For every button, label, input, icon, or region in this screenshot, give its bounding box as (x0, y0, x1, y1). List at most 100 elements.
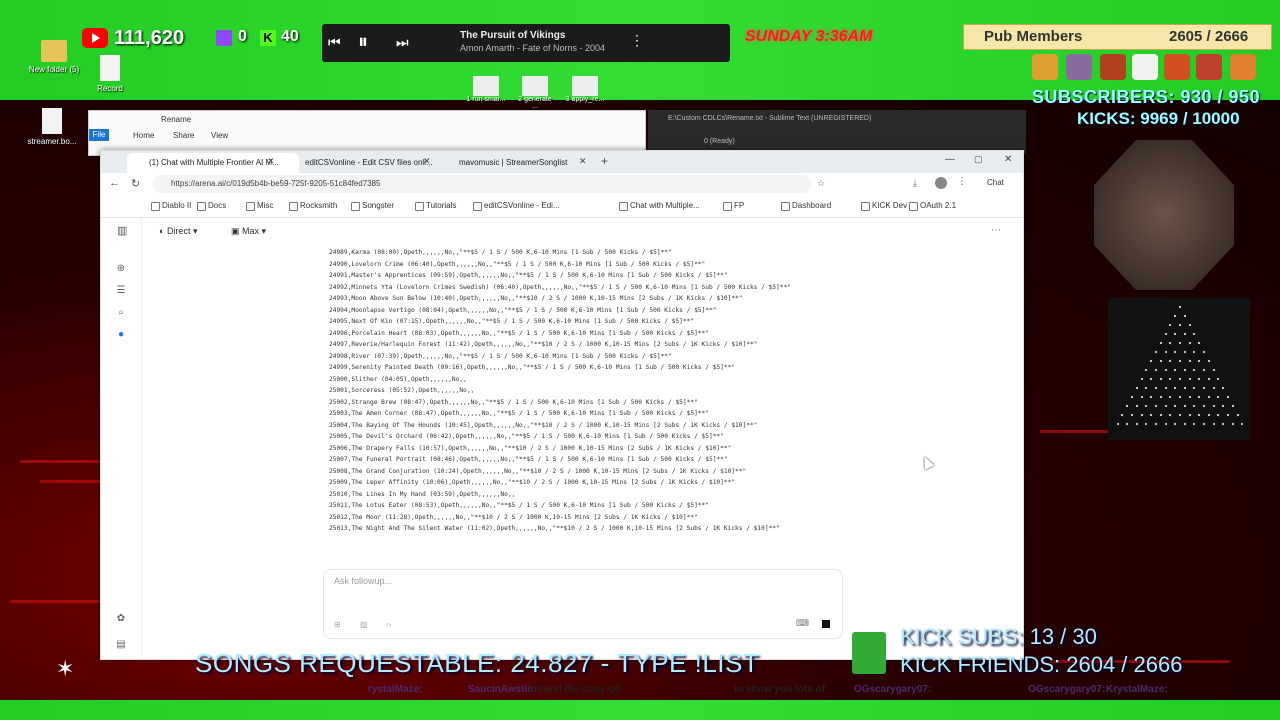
kicks-goal: KICKS: 9969 / 10000 (1077, 109, 1240, 128)
ticker-name: rystalMaze: (368, 684, 423, 695)
maximize-icon[interactable]: ▢ (974, 154, 983, 165)
plinko-peg (1207, 414, 1210, 416)
download-icon[interactable]: ⤓ (913, 178, 917, 189)
plinko-peg (1131, 396, 1133, 398)
plinko-peg (1193, 387, 1196, 389)
bookmark-item[interactable]: FP (723, 201, 744, 211)
attach-icon[interactable]: ⊞ (334, 620, 341, 629)
plinko-peg (1227, 414, 1229, 416)
plinko-peg (1188, 396, 1191, 398)
history-icon[interactable]: ☰ (115, 285, 127, 297)
explorer-menu-home[interactable]: Home (133, 131, 154, 140)
bookmark-item[interactable]: editCSVonline - Edi... (473, 201, 560, 211)
folder-icon (41, 40, 67, 62)
sublime-window[interactable]: E:\Custom CDLCs\Rename.txt - Sublime Tex… (648, 110, 1026, 154)
thumb-icon (572, 76, 598, 96)
bookmark-item[interactable]: Chat with Multiple... (619, 201, 700, 211)
plinko-peg (1241, 423, 1244, 425)
model-max-label: Max (242, 226, 260, 236)
pub-members-bar: Pub Members 2605 / 2666 (963, 24, 1272, 50)
chat-button[interactable]: Chat (987, 178, 1004, 187)
plinko-peg (1150, 414, 1153, 416)
plinko-peg (1207, 360, 1210, 362)
bookmark-item[interactable]: Dashboard (781, 201, 831, 211)
plinko-peg (1169, 414, 1172, 416)
next-icon[interactable]: ⏭ (396, 34, 409, 51)
desktop-icon-label: New folder (5) (28, 65, 80, 74)
response-line: 24999,Serenity Painted Death (09:16),Ope… (329, 364, 736, 371)
avatar[interactable] (935, 177, 947, 189)
response-line: 25009,The Leper Affinity (10:06),Opeth,,… (329, 479, 736, 486)
app-header: ▥ ◐ Direct ▾ ▣ Max ▾ ⋯ (101, 217, 1023, 247)
close-window-icon[interactable]: ✕ (1004, 154, 1012, 165)
response-line: 25012,The Moor (11:28),Opeth,,,,,,No,,"*… (329, 513, 698, 521)
bookmark-item[interactable]: Songster (351, 201, 394, 211)
browser-window[interactable]: (1) Chat with Multiple Frontier AI M... … (100, 150, 1024, 660)
bookmark-item[interactable]: Misc (246, 201, 273, 211)
explorer-menu-share[interactable]: Share (173, 131, 194, 140)
plinko-peg (1150, 396, 1153, 398)
plinko-peg (1145, 369, 1148, 371)
url-field[interactable]: https://arena.ai/c/019d5b4b-be59-725f-92… (153, 175, 811, 193)
reload-icon[interactable]: ↻ (131, 177, 140, 190)
model-max-select[interactable]: ▣ Max ▾ (231, 226, 266, 237)
plinko-peg (1135, 387, 1138, 389)
desktop-file-streamer[interactable]: streamer.bo... (24, 108, 80, 146)
bookmark-item[interactable]: KICK Dev (861, 201, 907, 211)
close-tab-icon[interactable]: ✕ (423, 156, 431, 167)
previous-icon[interactable]: ⏮ (328, 34, 341, 51)
ticker-name: OGscarygary07: (1028, 684, 1106, 695)
desktop-icon-label: Record (97, 84, 123, 93)
ticker-name: KrystalMaze: (1106, 684, 1168, 695)
response-line: 24992,Minnets Yta (Lovelorn Crimes Swedi… (329, 283, 791, 291)
new-chat-icon[interactable]: ⊕ (115, 263, 127, 275)
plinko-peg (1140, 378, 1143, 380)
tab-editcsv[interactable]: editCSVonline - Edit CSV files onli... (283, 153, 445, 173)
explorer-menu-view[interactable]: View (211, 131, 228, 140)
plinko-peg (1155, 423, 1157, 425)
response-line: 25010,The Lines In My Hand (03:59),Opeth… (329, 490, 516, 498)
tab-streamersonglist[interactable]: mavomusic | StreamerSonglist (437, 153, 599, 173)
voice-icon[interactable]: ⌨ (796, 618, 809, 629)
close-tab-icon[interactable]: ✕ (579, 156, 587, 167)
response-line: 24994,Moonlapse Vertigo (08:04),Opeth,,,… (329, 306, 717, 314)
user-icon[interactable]: ▤ (115, 639, 127, 651)
plinko-peg (1183, 387, 1186, 389)
bookmark-item[interactable]: Diablo II (151, 201, 191, 211)
response-line: 25002,Strange Brew (08:47),Opeth,,,,,,No… (329, 398, 698, 406)
desktop-folder-new-folder[interactable]: New folder (5) (26, 40, 82, 74)
info-icon[interactable]: ● (115, 329, 127, 341)
taskbar-thumb[interactable]: 2 generate ... (515, 76, 555, 110)
taskbar-thumb[interactable]: 1 run smar... (466, 76, 506, 103)
response-line: 25001,Sorceress (05:52),Opeth,,,,,,No,, (329, 387, 475, 394)
bookmark-item[interactable]: OAuth 2.1 (909, 201, 956, 211)
more-options-icon[interactable]: ⋯ (991, 225, 1001, 236)
image-icon[interactable]: ▨ (360, 620, 368, 629)
plinko-peg (1140, 396, 1143, 398)
followup-box[interactable]: Ask followup... ⊞ ▨ ‹› ⌨ (323, 569, 843, 639)
more-icon[interactable]: ⋮ (630, 32, 644, 49)
jersey-icon (1196, 54, 1222, 80)
minimize-icon[interactable]: — (945, 154, 955, 165)
new-tab-icon[interactable]: + (601, 154, 608, 168)
menu-dots-icon[interactable]: ⋮ (957, 176, 967, 187)
desktop-file-record[interactable]: Record (82, 55, 138, 93)
mode-direct-select[interactable]: ◐ Direct ▾ (159, 226, 197, 237)
plinko-peg (1212, 369, 1215, 371)
pause-icon[interactable]: ⏸ (358, 31, 368, 54)
taskbar-thumb[interactable]: 3 apply_re... (565, 76, 605, 103)
bookmark-item[interactable]: Rocksmith (289, 201, 337, 211)
plinko-peg (1198, 360, 1201, 362)
explorer-menu-file[interactable]: File (89, 129, 109, 141)
code-icon[interactable]: ‹› (386, 620, 391, 629)
ticker-text: around the capy go (528, 684, 621, 695)
search-icon[interactable]: ⌕ (115, 307, 127, 319)
bookmark-item[interactable]: Tutorials (415, 201, 456, 211)
close-tab-icon[interactable]: ✕ (267, 156, 275, 167)
bookmark-item[interactable]: Docs (197, 201, 226, 211)
ask-followup-input[interactable]: Ask followup... (334, 576, 392, 586)
pub-members-value: 2605 / 2666 (1169, 28, 1249, 45)
star-icon[interactable]: ☆ (817, 178, 825, 189)
stop-button[interactable] (822, 620, 830, 628)
back-icon[interactable]: ← (109, 177, 120, 189)
